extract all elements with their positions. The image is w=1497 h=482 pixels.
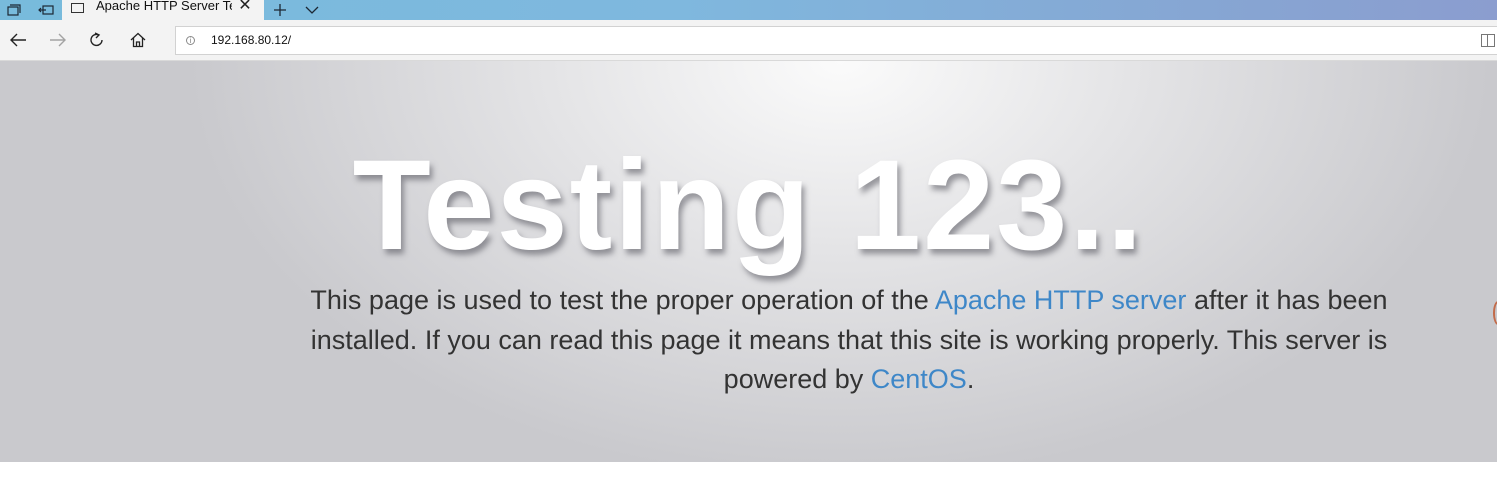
intro-text-3: .	[966, 364, 975, 394]
address-bar[interactable]: i 192.168.80.12/	[175, 26, 1497, 55]
refresh-icon[interactable]	[79, 20, 115, 60]
tab-bar: Apache HTTP Server Tes ✕	[0, 0, 1497, 20]
intro-paragraph: This page is used to test the proper ope…	[282, 281, 1416, 400]
navigation-bar: i 192.168.80.12/	[0, 20, 1497, 61]
show-tabs-aside-icon[interactable]	[32, 0, 60, 20]
close-icon[interactable]: ✕	[236, 0, 254, 14]
page-icon	[71, 3, 84, 13]
jumbotron: Testing 123.. This page is used to test …	[0, 61, 1497, 462]
centos-link[interactable]: CentOS	[871, 364, 967, 394]
apache-http-server-link[interactable]: Apache HTTP server	[935, 285, 1187, 315]
edge-decoration	[1493, 301, 1497, 325]
plus-icon[interactable]	[266, 0, 294, 20]
page-body-area	[0, 462, 1497, 482]
forward-arrow-icon[interactable]	[40, 20, 76, 60]
tabs-aside-icon[interactable]	[0, 0, 28, 20]
tab-apache-test-page[interactable]: Apache HTTP Server Tes ✕	[62, 0, 264, 20]
page-headline: Testing 123..	[352, 134, 1145, 277]
home-icon[interactable]	[120, 20, 156, 60]
intro-text-1: This page is used to test the proper ope…	[310, 285, 935, 315]
chevron-down-icon[interactable]	[298, 0, 326, 20]
reading-view-icon[interactable]	[1481, 34, 1495, 47]
tab-title: Apache HTTP Server Tes	[96, 0, 232, 13]
info-icon[interactable]: i	[186, 36, 195, 45]
back-arrow-icon[interactable]	[0, 20, 36, 60]
url-text[interactable]: 192.168.80.12/	[211, 32, 291, 48]
